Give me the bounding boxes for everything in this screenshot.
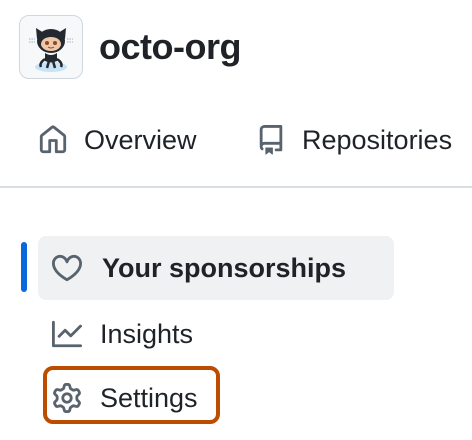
tabs-divider bbox=[0, 186, 472, 188]
menu-item-your-sponsorships[interactable]: Your sponsorships bbox=[38, 236, 394, 300]
menu-item-insights[interactable]: Insights bbox=[38, 302, 193, 366]
tab-overview-label: Overview bbox=[84, 124, 197, 155]
organization-page: octo-org Overview Repositories Your spon… bbox=[0, 0, 472, 440]
tab-repositories-label: Repositories bbox=[302, 124, 453, 155]
org-header: octo-org bbox=[19, 14, 241, 80]
repo-icon bbox=[256, 125, 286, 155]
org-name[interactable]: octo-org bbox=[99, 26, 241, 68]
org-avatar[interactable] bbox=[19, 15, 83, 79]
menu-item-label: Your sponsorships bbox=[102, 252, 347, 283]
tab-repositories[interactable]: Repositories bbox=[256, 108, 452, 172]
graph-icon bbox=[52, 319, 82, 349]
heart-icon bbox=[52, 253, 82, 283]
tab-overview[interactable]: Overview bbox=[38, 108, 197, 172]
active-indicator bbox=[21, 242, 27, 292]
octocat-icon bbox=[29, 28, 73, 72]
settings-highlight-outline bbox=[43, 366, 220, 424]
org-tabs: Overview Repositories bbox=[0, 108, 472, 172]
home-icon bbox=[38, 125, 68, 155]
menu-item-label: Insights bbox=[100, 318, 194, 349]
